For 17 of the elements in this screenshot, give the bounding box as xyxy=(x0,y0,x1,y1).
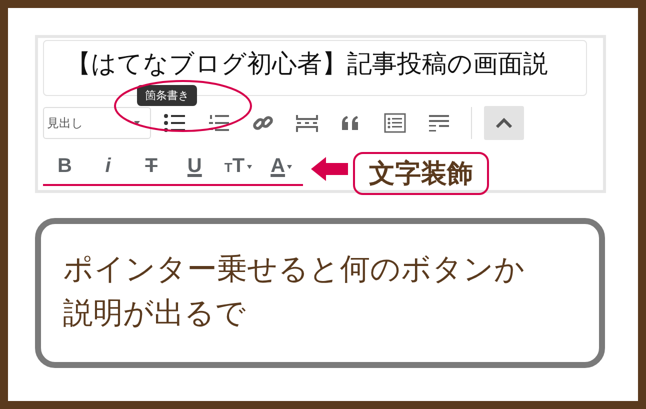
font-size-button[interactable]: TT xyxy=(216,152,260,182)
underline-button[interactable]: U xyxy=(172,152,216,182)
bullet-list-icon xyxy=(162,111,188,135)
strikethrough-button[interactable]: T xyxy=(130,152,173,182)
list-box-icon xyxy=(382,111,408,135)
caret-icon xyxy=(134,121,140,125)
note-text: ポインター乗せると何のボタンか説明が出るで xyxy=(35,218,605,368)
callout-label: 文字装飾 xyxy=(353,152,489,195)
heading-select[interactable]: 見出し xyxy=(43,107,151,139)
collapse-button[interactable] xyxy=(484,106,524,140)
italic-button[interactable]: i xyxy=(86,152,130,182)
caret-icon xyxy=(246,164,252,169)
tooltip: 箇条書き xyxy=(137,85,197,106)
text-color-button[interactable]: A xyxy=(260,152,303,182)
arrow-icon xyxy=(311,156,349,182)
bold-button[interactable]: B xyxy=(43,152,86,182)
caret-icon xyxy=(287,164,292,169)
